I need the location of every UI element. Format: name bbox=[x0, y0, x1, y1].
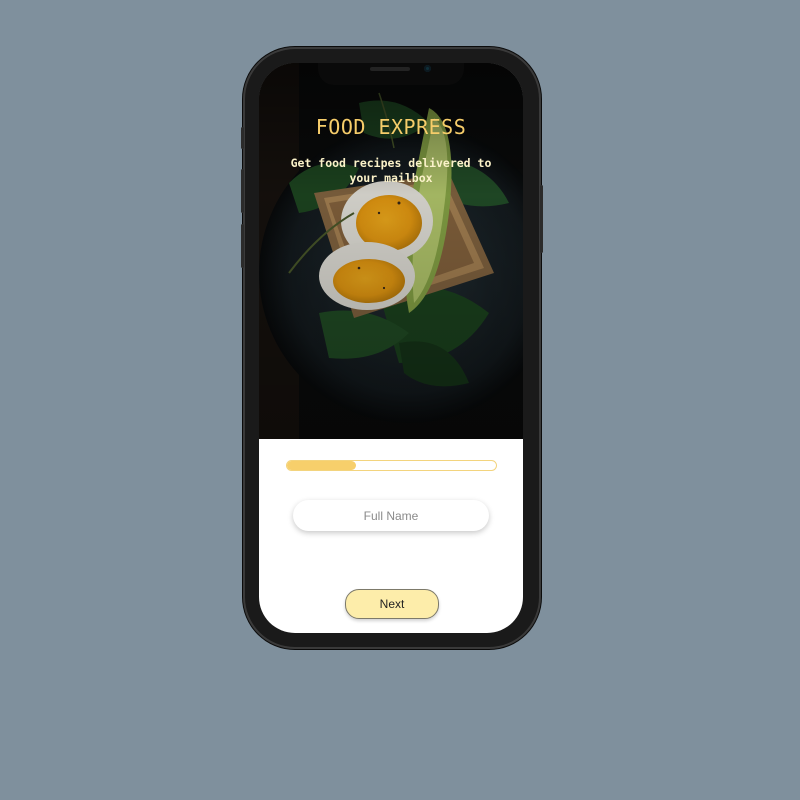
next-button[interactable]: Next bbox=[345, 589, 439, 619]
volume-up-button bbox=[241, 169, 244, 213]
app-screen: FOOD EXPRESS Get food recipes delivered … bbox=[259, 63, 523, 633]
phone-frame: FOOD EXPRESS Get food recipes delivered … bbox=[241, 47, 543, 649]
mute-switch bbox=[241, 127, 244, 149]
hero-image: FOOD EXPRESS Get food recipes delivered … bbox=[259, 63, 523, 439]
app-subtitle: Get food recipes delivered to your mailb… bbox=[290, 156, 492, 185]
volume-down-button bbox=[241, 224, 244, 268]
full-name-input[interactable] bbox=[293, 500, 489, 531]
speaker-grille bbox=[370, 67, 410, 71]
progress-fill bbox=[287, 461, 356, 470]
app-title: FOOD EXPRESS bbox=[315, 115, 467, 139]
signup-progress-bar bbox=[286, 460, 497, 471]
front-camera-icon bbox=[424, 65, 431, 72]
phone-notch bbox=[318, 63, 464, 85]
power-button bbox=[540, 185, 543, 253]
